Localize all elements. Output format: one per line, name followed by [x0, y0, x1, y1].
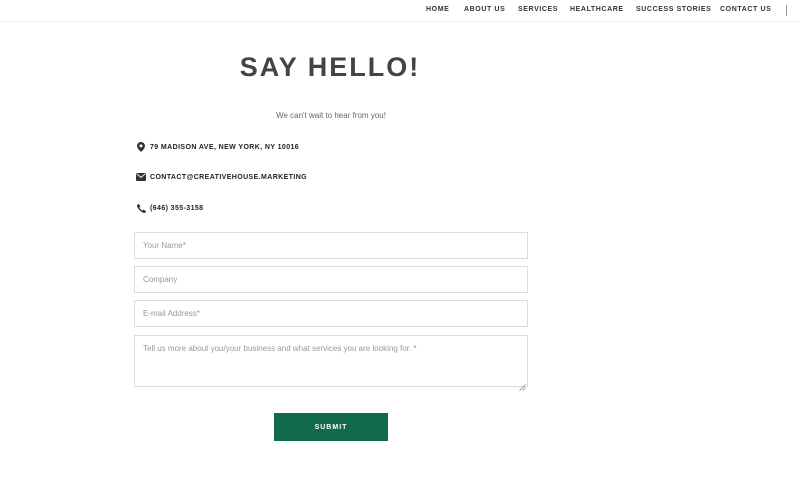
nav-item-home[interactable]: HOME	[426, 6, 449, 13]
nav-item-about-us[interactable]: ABOUT US	[464, 6, 505, 13]
address-text: 79 MADISON AVE, NEW YORK, NY 10016	[150, 143, 300, 151]
nav-item-services[interactable]: SERVICES	[518, 6, 558, 13]
nav-divider	[786, 5, 787, 16]
submit-button[interactable]: SUBMIT	[274, 413, 388, 441]
nav-item-healthcare[interactable]: HEALTHCARE	[570, 6, 624, 13]
envelope-icon	[136, 172, 146, 182]
phone-icon	[136, 203, 146, 213]
phone-text[interactable]: (646) 355-3158	[150, 205, 203, 212]
map-pin-icon	[136, 142, 146, 152]
page-title: SAY HELLO!	[239, 52, 421, 82]
top-navigation: HOME ABOUT US SERVICES HEALTHCARE SUCCES…	[0, 0, 800, 22]
page-subtitle: We can't wait to hear from you!	[276, 111, 386, 120]
email-row: CONTACT@CREATIVEHOUSE.MARKETING	[136, 171, 307, 183]
resize-grip-icon[interactable]	[519, 378, 526, 391]
address-row: 79 MADISON AVE, NEW YORK, NY 10016	[136, 141, 299, 153]
message-textarea[interactable]	[134, 335, 528, 387]
company-input[interactable]	[134, 266, 528, 293]
email-input[interactable]	[134, 300, 528, 327]
email-text[interactable]: CONTACT@CREATIVEHOUSE.MARKETING	[150, 174, 307, 181]
nav-item-contact-us[interactable]: CONTACT US	[720, 6, 771, 13]
phone-row: (646) 355-3158	[136, 202, 203, 214]
nav-item-success-stories[interactable]: SUCCESS STORIES	[636, 6, 711, 13]
name-input[interactable]	[134, 232, 528, 259]
